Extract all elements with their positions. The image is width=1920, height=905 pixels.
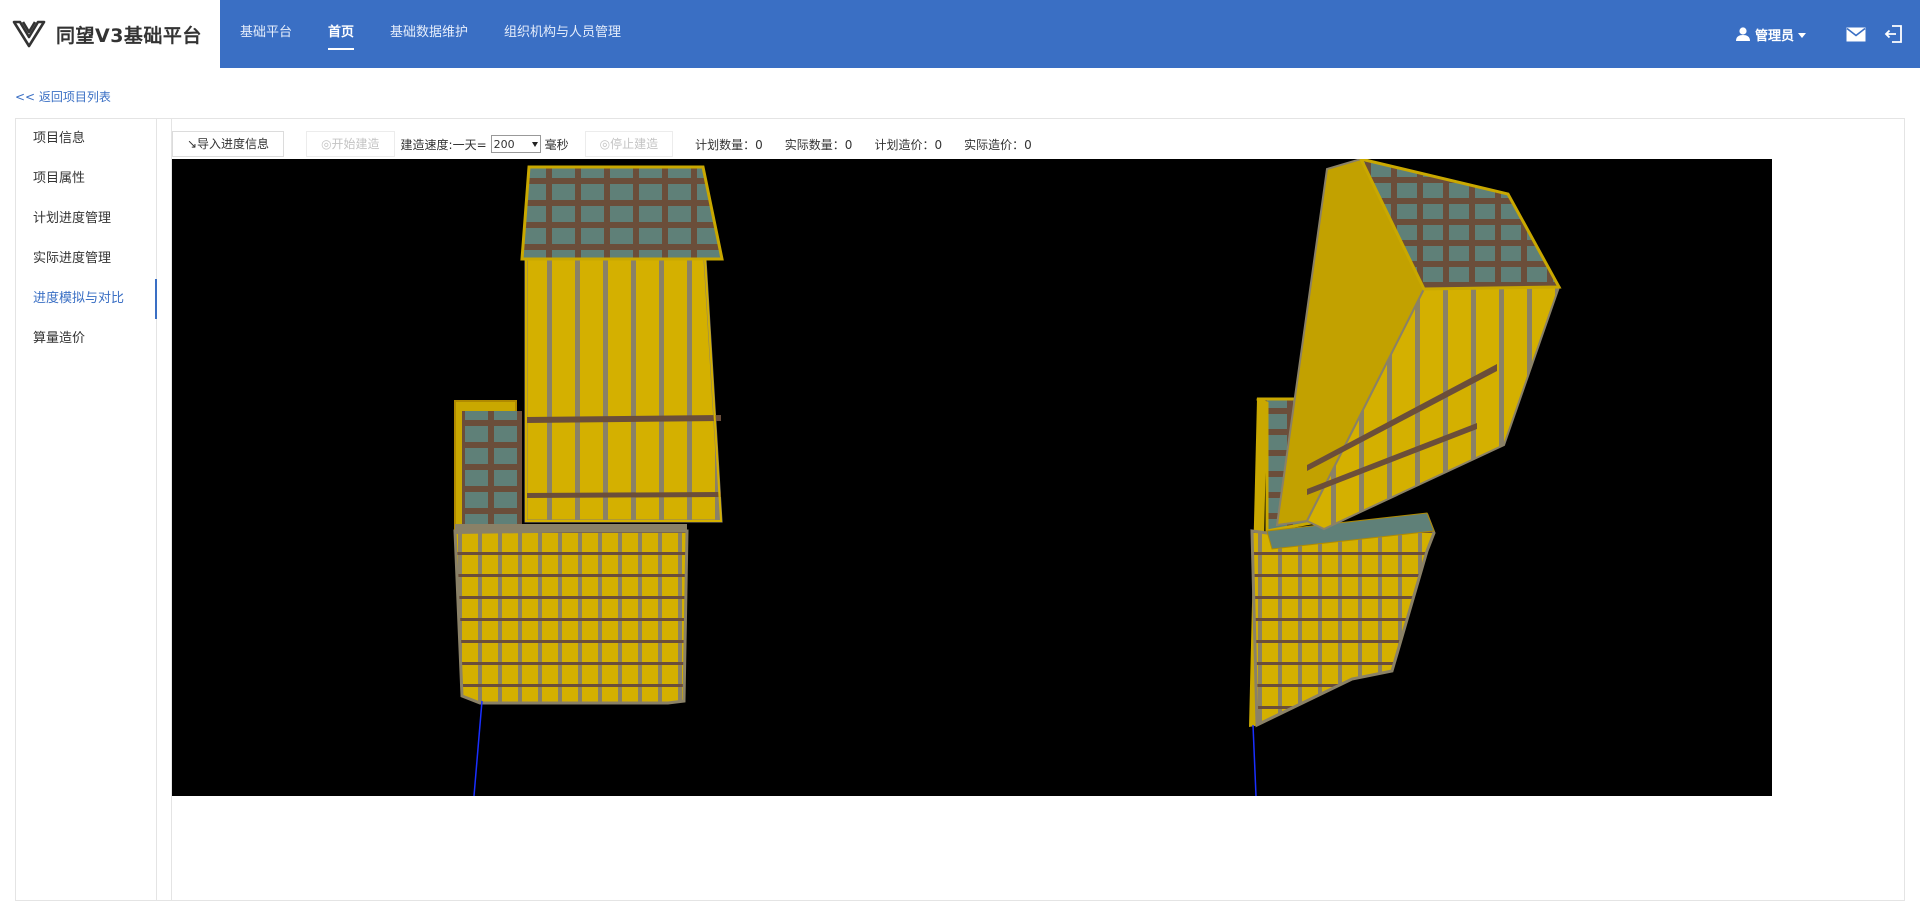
sidebar-item-planned-progress[interactable]: 计划进度管理 (16, 199, 156, 239)
logo-icon (12, 20, 46, 48)
logo-area[interactable]: 同望V3基础平台 (0, 0, 220, 68)
mail-icon[interactable] (1846, 27, 1866, 42)
sidebar-item-quantity-cost[interactable]: 算量造价 (16, 319, 156, 359)
nav-item-platform[interactable]: 基础平台 (240, 0, 292, 68)
sidebar: 项目信息 项目属性 计划进度管理 实际进度管理 进度模拟与对比 算量造价 (16, 119, 157, 900)
planned-cost: 计划造价：0 (874, 137, 943, 152)
actual-count: 实际数量：0 (784, 137, 853, 152)
logout-icon[interactable] (1884, 24, 1904, 44)
chevron-down-icon (1798, 32, 1806, 38)
stop-build-button[interactable]: ◎停止建造 (584, 131, 674, 157)
actual-building-model (1249, 159, 1562, 796)
actual-cost: 实际造价：0 (964, 137, 1032, 152)
planned-count: 计划数量：0 (695, 137, 763, 152)
sidebar-item-project-info[interactable]: 项目信息 (16, 119, 156, 159)
sidebar-item-project-attributes[interactable]: 项目属性 (16, 159, 156, 199)
start-build-button[interactable]: ◎开始建造 (306, 131, 395, 157)
main-frame: 项目信息 项目属性 计划进度管理 实际进度管理 进度模拟与对比 算量造价 ↘导入… (15, 118, 1905, 901)
speed-select[interactable]: 200 (490, 135, 541, 153)
main-nav: 基础平台 首页 基础数据维护 组织机构与人员管理 管理员 (220, 0, 1920, 68)
3d-viewport[interactable] (172, 159, 1772, 796)
simulation-toolbar: ↘导入进度信息 ◎开始建造 建造速度:一天= 200 毫秒 ◎停止建造 计划数量… (172, 131, 1032, 157)
sidebar-item-actual-progress[interactable]: 实际进度管理 (16, 239, 156, 279)
speed-value: 200 (493, 137, 515, 151)
nav-item-data-maintenance[interactable]: 基础数据维护 (390, 0, 468, 68)
nav-item-home[interactable]: 首页 (328, 0, 355, 68)
3d-scene (453, 159, 1562, 796)
nav-item-org-management[interactable]: 组织机构与人员管理 (504, 0, 621, 68)
speed-label: 建造速度:一天= (400, 137, 487, 152)
sidebar-item-progress-simulation[interactable]: 进度模拟与对比 (16, 279, 157, 319)
dropdown-arrow-icon (531, 141, 538, 147)
import-progress-button[interactable]: ↘导入进度信息 (172, 131, 285, 157)
user-menu[interactable]: 管理员 (1735, 25, 1806, 44)
user-name: 管理员 (1754, 28, 1794, 44)
user-icon (1735, 27, 1750, 41)
app-title: 同望V3基础平台 (56, 24, 202, 47)
planned-building-model (453, 165, 724, 796)
speed-unit: 毫秒 (544, 137, 569, 152)
top-header: 同望V3基础平台 基础平台 首页 基础数据维护 组织机构与人员管理 管理员 (0, 0, 1920, 68)
back-to-project-list-link[interactable]: << 返回项目列表 (15, 88, 111, 105)
content-area: ↘导入进度信息 ◎开始建造 建造速度:一天= 200 毫秒 ◎停止建造 计划数量… (171, 119, 1901, 900)
